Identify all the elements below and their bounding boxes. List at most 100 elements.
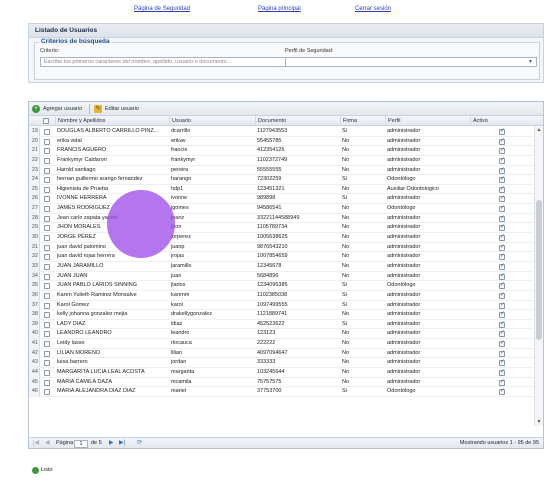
table-row[interactable]: 37 Karol Gomez karol 1097499555 Si administra…: [29, 300, 534, 311]
table-row[interactable]: 21 FRANCIS AGUERO francis 412354126 No admini…: [29, 146, 534, 156]
active-checkbox[interactable]: [499, 185, 505, 193]
col-header-name[interactable]: Nombre y Apellidos: [55, 116, 169, 126]
table-row[interactable]: 33 JUAN JARAMILLO jaramillo 12345678 No admin…: [29, 261, 534, 272]
active-checkbox[interactable]: [499, 127, 505, 135]
table-row[interactable]: 45 MARIA CAMILA DAZA mcamila 75757575 No admi…: [29, 377, 534, 388]
row-select-checkbox[interactable]: [44, 177, 50, 184]
col-header-user[interactable]: Usuario: [169, 116, 255, 126]
active-checkbox[interactable]: [499, 339, 505, 348]
criterio-input[interactable]: Escribe los primeros caracteres del nomb…: [40, 57, 286, 67]
table-row[interactable]: 24 hernan guillermo arango fernandez haran…: [29, 175, 534, 185]
row-select-checkbox[interactable]: [44, 129, 50, 135]
active-checkbox[interactable]: [499, 262, 505, 270]
table-row[interactable]: 41 Leidy lasso rlocauca 222222 No administrad…: [29, 339, 534, 349]
scroll-down-icon[interactable]: ▼: [535, 418, 543, 426]
table-row[interactable]: 31 juan david palomino juanp 9876543210 No ad…: [29, 242, 534, 253]
active-checkbox[interactable]: [499, 233, 505, 242]
select-all-checkbox[interactable]: [43, 118, 49, 124]
prev-page-icon[interactable]: ◀: [45, 439, 50, 448]
edit-user-button[interactable]: ✎ Editar usuario: [93, 104, 139, 114]
active-checkbox[interactable]: [499, 214, 505, 222]
row-select-checkbox[interactable]: [44, 157, 50, 164]
table-row[interactable]: 32 juan david rojas herrera jrojas 10078546…: [29, 252, 534, 262]
col-header-active[interactable]: Activo: [470, 116, 534, 126]
scroll-up-icon[interactable]: ▲: [535, 126, 543, 134]
active-checkbox[interactable]: [499, 166, 505, 174]
row-select-checkbox[interactable]: [44, 196, 50, 203]
active-checkbox[interactable]: [499, 252, 505, 261]
active-checkbox[interactable]: [499, 291, 505, 299]
table-row[interactable]: 43 luisa barrero jordan 333333 No administrad…: [29, 358, 534, 369]
page-input[interactable]: 1: [74, 439, 88, 448]
active-checkbox[interactable]: [499, 137, 505, 145]
table-row[interactable]: 25 Higienista de Prueba hdp1 123451321 No Aux…: [29, 184, 534, 195]
table-row[interactable]: 19 DOUGLAS ALBERTO CARRILLO PINZ... dcarri…: [29, 127, 534, 137]
active-checkbox[interactable]: [499, 194, 505, 203]
table-row[interactable]: 46 MARIA ALEJANDRA DIAZ DIAZ mariel 3775370…: [29, 387, 534, 397]
add-user-button[interactable]: + Agregar usuario: [31, 104, 82, 114]
grid-scrollbar[interactable]: ▲ ▼: [534, 126, 543, 426]
active-checkbox[interactable]: [499, 223, 505, 232]
table-row[interactable]: 36 Karen Yulieth Ramirez Monsalve karenm 11…: [29, 290, 534, 301]
row-select-checkbox[interactable]: [44, 389, 50, 396]
row-select-checkbox[interactable]: [44, 148, 50, 155]
table-row[interactable]: 42 LILIAN MORENO lilian 4097094647 No adminis…: [29, 348, 534, 359]
row-select-checkbox[interactable]: [44, 263, 50, 270]
active-checkbox[interactable]: [499, 175, 505, 184]
table-row[interactable]: 38 kelly johanna gonzalez mejia drakellygo…: [29, 310, 534, 320]
table-row[interactable]: 23 Harold santiago pereira 55555555 No admini…: [29, 165, 534, 176]
row-select-checkbox[interactable]: [44, 331, 50, 338]
active-checkbox[interactable]: [499, 301, 505, 309]
refresh-icon[interactable]: ⟳: [137, 439, 142, 448]
table-row[interactable]: 34 JUAN JUAN juan 5684896 No administrador: [29, 271, 534, 282]
row-select-checkbox[interactable]: [44, 254, 50, 261]
col-header-document[interactable]: Documento: [255, 116, 340, 126]
row-select-checkbox[interactable]: [44, 273, 50, 280]
row-select-checkbox[interactable]: [44, 341, 50, 348]
row-select-checkbox[interactable]: [44, 138, 50, 145]
table-row[interactable]: 22 Frankymyr Caldaron frankymyr 1102372749 N…: [29, 155, 534, 166]
table-row[interactable]: 40 LEANDRO LEANDRO leandro 123123 No administ…: [29, 329, 534, 340]
row-select-checkbox[interactable]: [44, 235, 50, 242]
table-row[interactable]: 27 JAMES RODRIGUEZ jgomes 94586541 No Odontól…: [29, 204, 534, 214]
active-checkbox[interactable]: [499, 358, 505, 367]
row-select-checkbox[interactable]: [44, 186, 50, 193]
table-row[interactable]: 30 JORGE PÉREZ jorperez 1005638625 No adminis…: [29, 233, 534, 243]
active-checkbox[interactable]: [499, 387, 505, 396]
row-select-checkbox[interactable]: [44, 292, 50, 299]
active-checkbox[interactable]: [499, 204, 505, 213]
table-row[interactable]: 35 JUAN PABLO LARIOS SINNING jlarios 123409…: [29, 281, 534, 291]
active-checkbox[interactable]: [499, 146, 505, 155]
table-row[interactable]: 20 erika vidal erikav 55455785 No administrad…: [29, 136, 534, 147]
row-select-checkbox[interactable]: [44, 244, 50, 251]
row-select-checkbox[interactable]: [44, 167, 50, 174]
active-checkbox[interactable]: [499, 329, 505, 338]
security-page-link[interactable]: Página de Seguridad: [134, 6, 190, 12]
scroll-thumb[interactable]: [536, 200, 542, 340]
active-checkbox[interactable]: [499, 378, 505, 386]
first-page-icon[interactable]: |◀: [33, 439, 39, 448]
active-checkbox[interactable]: [499, 281, 505, 290]
active-checkbox[interactable]: [499, 349, 505, 357]
row-select-checkbox[interactable]: [44, 206, 50, 213]
next-page-icon[interactable]: ▶: [109, 439, 114, 448]
perfil-select[interactable]: ▼: [285, 57, 537, 67]
row-select-checkbox[interactable]: [44, 225, 50, 232]
table-row[interactable]: 39 LADY DIAZ ldiaz 452523622 Si administrador: [29, 319, 534, 330]
last-page-icon[interactable]: ▶|: [119, 439, 125, 448]
active-checkbox[interactable]: [499, 243, 505, 251]
col-header-signature[interactable]: Firma: [340, 116, 385, 126]
active-checkbox[interactable]: [499, 368, 505, 377]
row-select-checkbox[interactable]: [44, 302, 50, 309]
row-select-checkbox[interactable]: [44, 360, 50, 367]
col-header-profile[interactable]: Perfil: [385, 116, 470, 126]
active-checkbox[interactable]: [499, 272, 505, 280]
table-row[interactable]: 28 Jean carlo zapata yanido jeanz 332211445…: [29, 213, 534, 224]
main-page-link[interactable]: Página principal: [258, 6, 301, 12]
table-row[interactable]: 26 IVONNE HERRERA ivonne 989898 Si administra…: [29, 194, 534, 205]
row-select-checkbox[interactable]: [44, 283, 50, 290]
active-checkbox[interactable]: [499, 310, 505, 319]
table-row[interactable]: 44 MARGARITA LUCIA LEAL ACOSTA margarita 10…: [29, 368, 534, 378]
row-select-checkbox[interactable]: [44, 321, 50, 328]
row-select-checkbox[interactable]: [44, 312, 50, 319]
